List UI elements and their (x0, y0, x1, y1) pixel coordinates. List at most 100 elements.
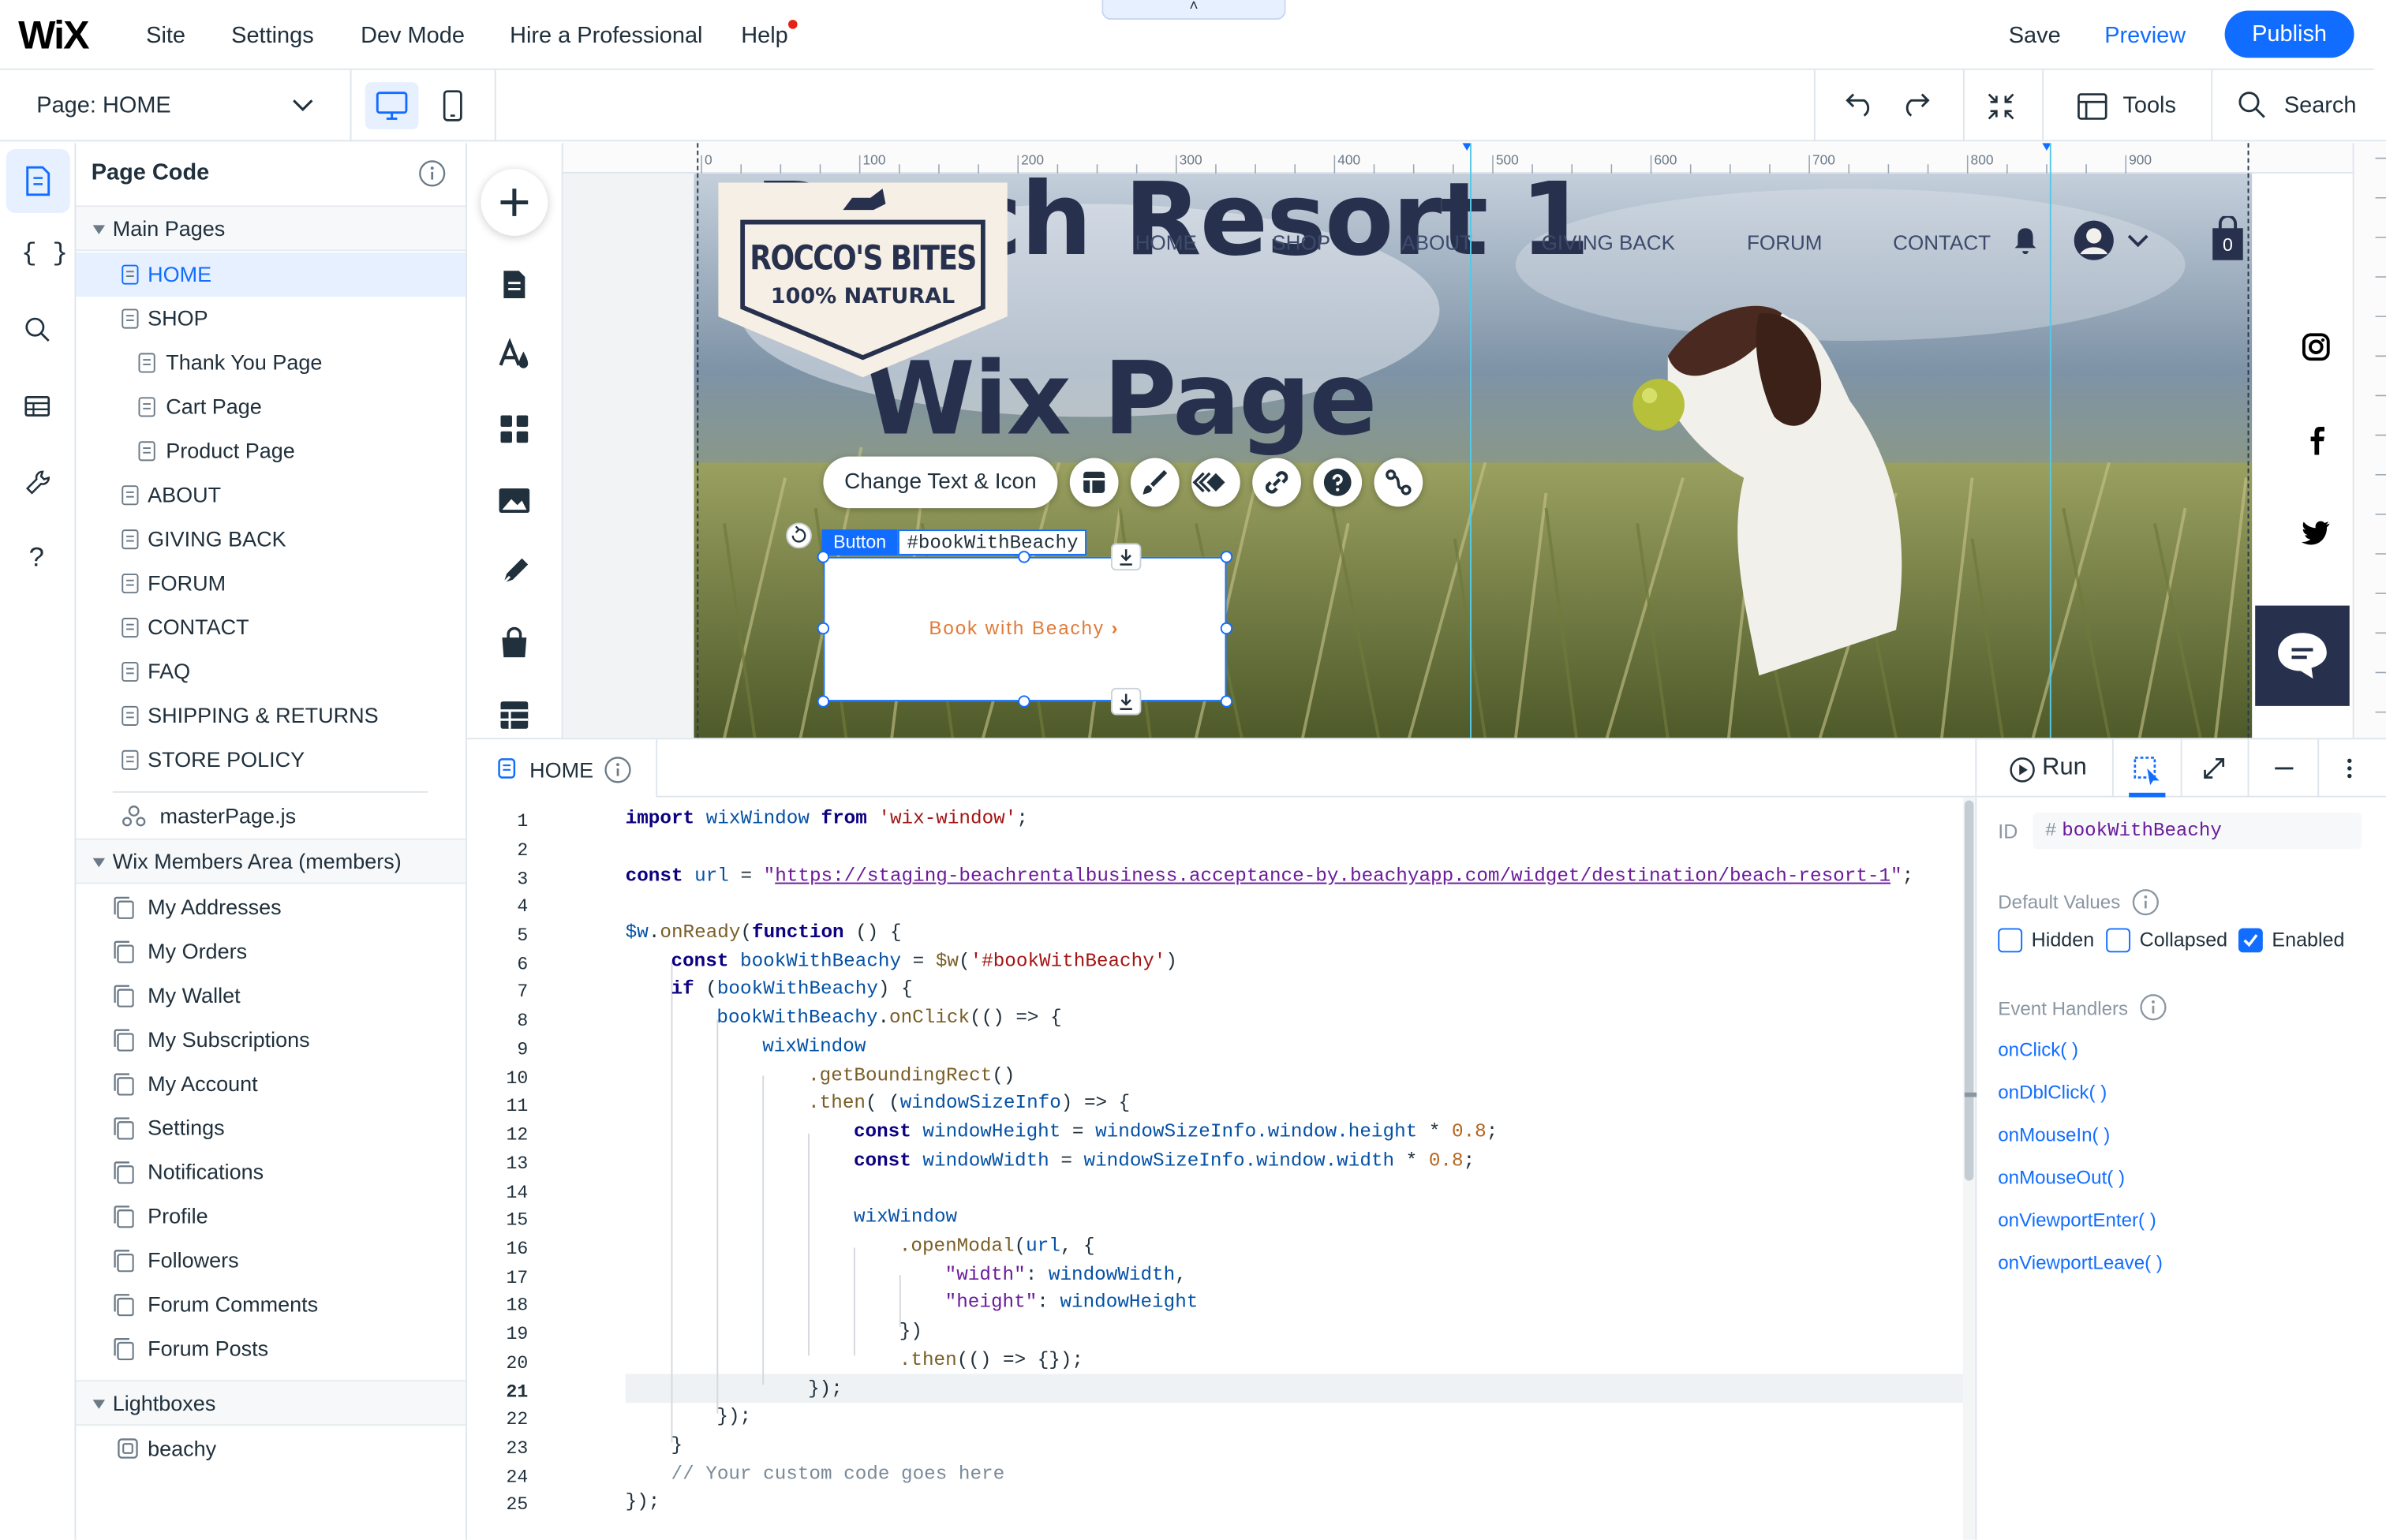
resize-handle[interactable] (1220, 622, 1233, 635)
media-icon[interactable] (498, 485, 531, 516)
page-item-shipping-returns[interactable]: SHIPPING & RETURNS (76, 693, 466, 738)
twitter-icon[interactable] (2301, 519, 2332, 547)
page-item-about[interactable]: ABOUT (76, 473, 466, 518)
menu-settings[interactable]: Settings (231, 23, 314, 49)
menu-dev-mode[interactable]: Dev Mode (361, 23, 465, 49)
members-item[interactable]: My Wallet (76, 974, 466, 1018)
layout-button[interactable] (1069, 458, 1119, 507)
mobile-view-icon[interactable] (438, 88, 469, 125)
desktop-view-button[interactable] (365, 82, 419, 129)
zoom-out-icon[interactable] (1984, 90, 2018, 123)
roccos-bites-logo[interactable] (718, 182, 1010, 378)
pages-icon[interactable] (499, 267, 530, 301)
nav-giving-back[interactable]: GIVING BACK (1542, 231, 1675, 254)
book-with-beachy-button[interactable]: Book with Beachy › (823, 556, 1227, 702)
publish-button[interactable]: Publish (2224, 10, 2354, 58)
members-item[interactable]: Notifications (76, 1150, 466, 1194)
expand-icon[interactable] (2202, 757, 2227, 781)
event-onviewportleave[interactable]: onViewportLeave( ) (1998, 1252, 2163, 1273)
resize-handle[interactable] (817, 622, 830, 635)
link-button[interactable] (1252, 458, 1301, 507)
change-text-icon-button[interactable]: Change Text & Icon (823, 456, 1058, 509)
design-button[interactable] (1130, 458, 1180, 507)
help-icon[interactable]: ? (29, 542, 44, 574)
developer-tools-icon[interactable] (23, 467, 54, 498)
chat-widget-button[interactable] (2255, 605, 2350, 706)
resize-handle[interactable] (1018, 551, 1030, 563)
url-link[interactable]: https://staging-beachrentalbusiness.acce… (775, 865, 1890, 887)
members-item[interactable]: Forum Comments (76, 1283, 466, 1327)
menu-site[interactable]: Site (146, 23, 185, 49)
nav-shop[interactable]: SHOP (1272, 231, 1330, 254)
page-item-thank-you[interactable]: Thank You Page (76, 341, 466, 385)
collapsed-checkbox[interactable] (2106, 928, 2131, 953)
info-icon[interactable] (2140, 993, 2167, 1021)
nav-contact[interactable]: CONTACT (1893, 231, 1991, 254)
search-button[interactable]: Search (2284, 93, 2357, 119)
run-button[interactable]: Run (2042, 755, 2087, 783)
id-input[interactable]: # bookWithBeachy (2033, 812, 2362, 850)
page-code-rail-button[interactable] (6, 149, 70, 214)
menu-help[interactable]: Help (741, 23, 788, 49)
search-code-icon[interactable] (24, 316, 52, 344)
page-item-faq[interactable]: FAQ (76, 650, 466, 694)
members-item[interactable]: My Account (76, 1062, 466, 1106)
collapse-topbar-tab[interactable]: ˄ (1101, 0, 1286, 21)
info-icon[interactable] (2132, 888, 2160, 916)
page-item-store-policy[interactable]: STORE POLICY (76, 738, 466, 782)
cms-icon[interactable] (499, 700, 530, 731)
info-icon[interactable] (604, 757, 632, 784)
tools-button[interactable]: Tools (2122, 93, 2176, 119)
preview-button[interactable]: Preview (2104, 23, 2186, 49)
redo-icon[interactable] (1898, 90, 1931, 121)
info-icon[interactable] (418, 160, 446, 188)
save-button[interactable]: Save (2009, 23, 2061, 49)
resize-handle[interactable] (817, 695, 830, 708)
hidden-checkbox[interactable] (1998, 928, 2023, 953)
page-item-home[interactable]: HOME (76, 252, 466, 297)
page-item-giving-back[interactable]: GIVING BACK (76, 518, 466, 562)
editor-canvas[interactable]: 0 100 200 300 400 500 600 700 800 900 Be… (563, 143, 2386, 738)
wix-logo[interactable]: WiX (18, 12, 89, 59)
blog-icon[interactable] (498, 555, 531, 589)
lightboxes-section[interactable]: Lightboxes (76, 1380, 466, 1426)
page-item-forum[interactable]: FORUM (76, 562, 466, 606)
bell-icon[interactable] (2012, 225, 2040, 256)
design-icon[interactable] (498, 338, 531, 371)
event-ondblclick[interactable]: onDblClick( ) (1998, 1082, 2107, 1103)
event-onclick[interactable]: onClick( ) (1998, 1039, 2078, 1060)
undo-icon[interactable] (1844, 90, 1877, 121)
members-item[interactable]: My Addresses (76, 885, 466, 929)
tools-icon[interactable] (2076, 92, 2109, 122)
event-onmousein[interactable]: onMouseIn( ) (1998, 1124, 2110, 1146)
search-icon[interactable] (2237, 90, 2268, 121)
members-item[interactable]: Followers (76, 1239, 466, 1283)
stretch-down-icon[interactable] (1110, 543, 1142, 571)
more-options-icon[interactable] (2342, 757, 2357, 781)
members-area-section[interactable]: Wix Members Area (members) (76, 838, 466, 884)
code-files-icon[interactable]: { } (21, 241, 68, 270)
instagram-icon[interactable] (2301, 331, 2332, 362)
stretch-up-icon[interactable] (1110, 687, 1142, 716)
page-item-cart[interactable]: Cart Page (76, 385, 466, 429)
resize-handle[interactable] (1220, 551, 1233, 563)
enabled-checkbox[interactable] (2238, 928, 2263, 953)
code-text-area[interactable]: 1 2 3 4 5 6 7 8 9 10 11 12 13 14 15 16 1… (467, 808, 1963, 1540)
scrollbar-thumb[interactable] (1964, 800, 1974, 1181)
nav-about[interactable]: ABOUT (1401, 231, 1472, 254)
minimize-icon[interactable] (2272, 757, 2296, 781)
members-item[interactable]: Settings (76, 1106, 466, 1150)
page-item-contact[interactable]: CONTACT (76, 606, 466, 650)
connect-button[interactable] (1374, 458, 1423, 507)
play-icon[interactable] (2009, 757, 2036, 784)
animation-button[interactable] (1191, 458, 1240, 507)
event-onviewportenter[interactable]: onViewportEnter( ) (1998, 1209, 2156, 1231)
databases-icon[interactable] (23, 393, 54, 421)
store-icon[interactable] (499, 626, 530, 660)
members-item[interactable]: My Subscriptions (76, 1018, 466, 1062)
resize-handle[interactable] (817, 551, 830, 563)
account-avatar-icon[interactable] (2073, 219, 2149, 262)
main-pages-section[interactable]: Main Pages (76, 205, 466, 252)
resize-handle[interactable] (1220, 695, 1233, 708)
help-button[interactable] (1313, 458, 1363, 507)
